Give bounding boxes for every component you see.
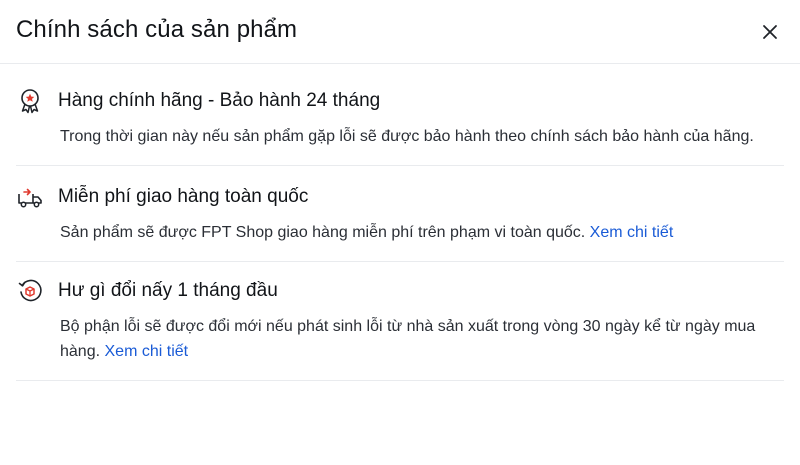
close-icon — [763, 24, 777, 39]
exchange-box-icon — [16, 277, 44, 305]
policy-title: Hư gì đổi nấy 1 tháng đầu — [58, 280, 278, 301]
see-details-link[interactable]: Xem chi tiết — [590, 224, 674, 241]
policy-title: Hàng chính hãng - Bảo hành 24 tháng — [58, 90, 381, 111]
shield-badge-icon — [16, 87, 44, 115]
policy-description: Trong thời gian này nếu sản phẩm gặp lỗi… — [60, 124, 780, 149]
policy-description-text: Trong thời gian này nếu sản phẩm gặp lỗi… — [60, 128, 754, 145]
policy-item-warranty: Hàng chính hãng - Bảo hành 24 tháng Tron… — [16, 64, 784, 166]
policy-item-exchange: Hư gì đổi nấy 1 tháng đầu Bộ phận lỗi sẽ… — [16, 262, 784, 381]
modal-header: Chính sách của sản phẩm — [0, 0, 800, 64]
policy-description-text: Sản phẩm sẽ được FPT Shop giao hàng miễn… — [60, 224, 586, 241]
modal-title: Chính sách của sản phẩm — [16, 16, 298, 43]
policy-modal: Chính sách của sản phẩm Hàng chính hãng … — [0, 0, 800, 465]
policy-item-free-shipping: Miễn phí giao hàng toàn quốc Sản phẩm sẽ… — [16, 166, 784, 262]
see-details-link[interactable]: Xem chi tiết — [105, 343, 189, 360]
delivery-truck-icon — [16, 183, 44, 211]
policy-description: Bộ phận lỗi sẽ được đổi mới nếu phát sin… — [60, 314, 780, 364]
policy-list: Hàng chính hãng - Bảo hành 24 tháng Tron… — [0, 64, 800, 381]
policy-description: Sản phẩm sẽ được FPT Shop giao hàng miễn… — [60, 220, 780, 245]
policy-title: Miễn phí giao hàng toàn quốc — [58, 186, 309, 207]
close-button[interactable] — [756, 18, 784, 46]
